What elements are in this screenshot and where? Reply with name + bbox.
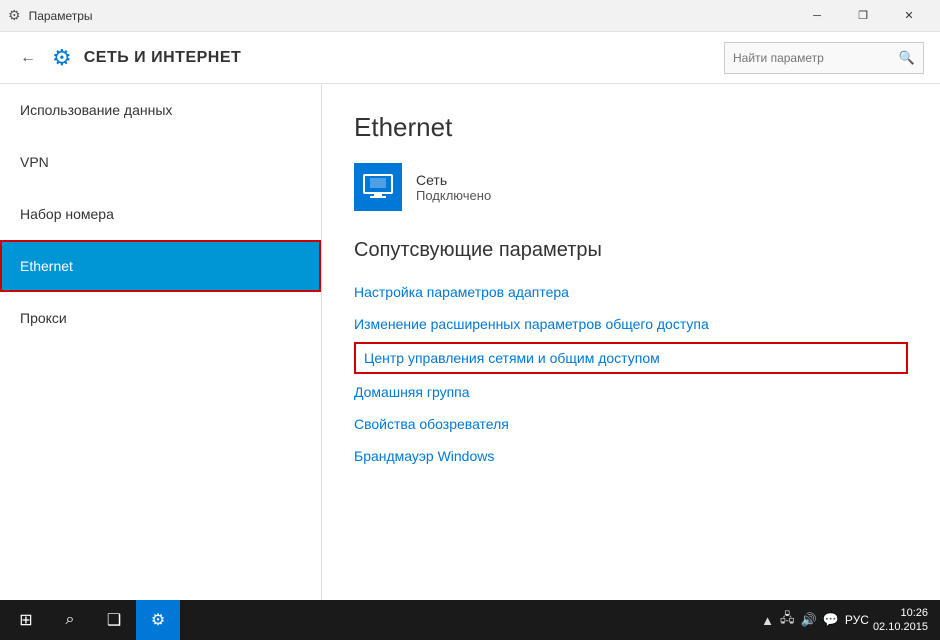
system-tray: ▲ 🖧 🔊 💬 РУС: [761, 609, 869, 631]
network-tray-icon[interactable]: 🖧: [780, 609, 795, 631]
taskbar-right: ▲ 🖧 🔊 💬 РУС 10:26 02.10.2015: [761, 606, 936, 635]
link-list: Настройка параметров адаптера Изменение …: [354, 278, 908, 470]
title-bar-title: Параметры: [29, 9, 93, 23]
search-icon: 🔍: [899, 50, 915, 66]
network-info: Сеть Подключено: [416, 172, 491, 203]
task-view-button[interactable]: ❑: [92, 600, 136, 640]
close-button[interactable]: ✕: [886, 0, 932, 32]
taskbar-search-button[interactable]: ⌕: [48, 600, 92, 640]
sidebar-item-dialup[interactable]: Набор номера: [0, 188, 321, 240]
back-button[interactable]: ←: [16, 45, 40, 71]
content-panel: Ethernet Сеть Подключено Сопутсвующие па…: [322, 84, 940, 600]
settings-app-icon: ⚙: [8, 7, 21, 24]
network-name: Сеть: [416, 172, 491, 188]
maximize-button[interactable]: ❐: [840, 0, 886, 32]
network-icon: [354, 163, 402, 211]
notification-tray-icon[interactable]: 💬: [823, 612, 839, 628]
sidebar-item-ethernet[interactable]: Ethernet: [0, 240, 321, 292]
network-status: Подключено: [416, 188, 491, 203]
start-icon: ⊞: [19, 610, 32, 630]
sidebar-item-vpn[interactable]: VPN: [0, 136, 321, 188]
taskbar-clock: 10:26 02.10.2015: [873, 606, 928, 635]
header-title: СЕТЬ И ИНТЕРНЕТ: [84, 49, 242, 67]
network-item: Сеть Подключено: [354, 163, 908, 211]
language-label: РУС: [845, 613, 869, 627]
sidebar-item-proxy[interactable]: Прокси: [0, 292, 321, 344]
volume-tray-icon[interactable]: 🔊: [801, 612, 817, 628]
app-header: ← ⚙ СЕТЬ И ИНТЕРНЕТ 🔍: [0, 32, 940, 84]
taskbar-left: ⊞ ⌕ ❑ ⚙: [4, 600, 761, 640]
tray-arrow-icon[interactable]: ▲: [761, 613, 774, 628]
settings-taskbar-button[interactable]: ⚙: [136, 600, 180, 640]
content-title: Ethernet: [354, 112, 908, 143]
sidebar: Использование данных VPN Набор номера Et…: [0, 84, 322, 600]
title-bar: ⚙ Параметры ─ ❐ ✕: [0, 0, 940, 32]
start-button[interactable]: ⊞: [4, 600, 48, 640]
clock-date: 02.10.2015: [873, 620, 928, 634]
link-browser-properties[interactable]: Свойства обозревателя: [354, 410, 908, 438]
link-sharing-settings[interactable]: Изменение расширенных параметров общего …: [354, 310, 908, 338]
header-gear-icon: ⚙: [52, 45, 72, 71]
link-firewall[interactable]: Брандмауэр Windows: [354, 442, 908, 470]
sidebar-item-data-usage[interactable]: Использование данных: [0, 84, 321, 136]
sidebar-item-label: Набор номера: [20, 206, 114, 222]
minimize-button[interactable]: ─: [794, 0, 840, 32]
link-homegroup[interactable]: Домашняя группа: [354, 378, 908, 406]
main-content: Использование данных VPN Набор номера Et…: [0, 84, 940, 600]
sidebar-item-label: VPN: [20, 154, 49, 170]
header-left: ← ⚙ СЕТЬ И ИНТЕРНЕТ: [16, 45, 724, 71]
sidebar-item-label: Ethernet: [20, 258, 73, 274]
settings-taskbar-icon: ⚙: [151, 610, 165, 630]
section-title: Сопутсвующие параметры: [354, 239, 908, 262]
taskbar-search-icon: ⌕: [66, 611, 75, 629]
title-bar-controls: ─ ❐ ✕: [794, 0, 932, 32]
title-bar-left: ⚙ Параметры: [8, 7, 794, 24]
task-view-icon: ❑: [107, 610, 121, 630]
taskbar: ⊞ ⌕ ❑ ⚙ ▲ 🖧 🔊 💬 РУС 10:26 02.10.2015: [0, 600, 940, 640]
clock-time: 10:26: [873, 606, 928, 620]
sidebar-item-label: Использование данных: [20, 102, 172, 118]
search-box[interactable]: 🔍: [724, 42, 924, 74]
sidebar-item-label: Прокси: [20, 310, 67, 326]
link-network-center[interactable]: Центр управления сетями и общим доступом: [354, 342, 908, 374]
search-input[interactable]: [733, 51, 899, 65]
link-adapter-settings[interactable]: Настройка параметров адаптера: [354, 278, 908, 306]
